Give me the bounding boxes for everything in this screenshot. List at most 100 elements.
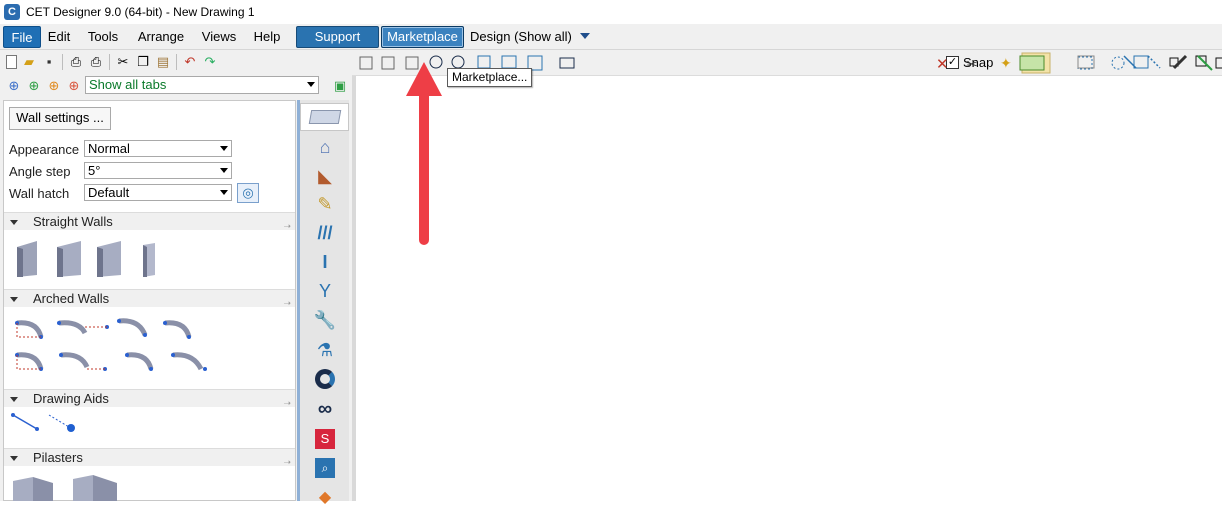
menu-help[interactable]: Help bbox=[253, 26, 281, 48]
pin-icon[interactable]: ➝ bbox=[283, 453, 291, 471]
menu-arrange[interactable]: Arrange bbox=[136, 26, 186, 48]
print-icon[interactable]: ⎙ bbox=[88, 54, 104, 70]
copy-icon[interactable]: ❐ bbox=[135, 54, 151, 70]
view-icon[interactable] bbox=[501, 55, 517, 69]
pin-icon[interactable]: ➝ bbox=[283, 217, 291, 235]
section-title: Pilasters bbox=[33, 450, 83, 465]
tab-beams[interactable]: I bbox=[305, 248, 345, 276]
angle-step-label: Angle step bbox=[9, 164, 71, 179]
tabs-filter-select[interactable]: Show all tabs bbox=[85, 76, 319, 94]
menu-file[interactable]: File bbox=[3, 26, 41, 48]
zoom-window-icon[interactable] bbox=[381, 56, 395, 70]
appearance-select[interactable]: Normal bbox=[84, 140, 232, 157]
redo-icon[interactable]: ↷ bbox=[202, 54, 218, 70]
arched-wall-icon[interactable] bbox=[164, 320, 192, 338]
tab-linked[interactable]: ∞ bbox=[305, 395, 345, 423]
wall-icon bbox=[308, 110, 341, 124]
resize-icon[interactable] bbox=[1197, 55, 1213, 71]
tab-round[interactable] bbox=[305, 365, 345, 393]
arched-wall-icon[interactable] bbox=[58, 320, 88, 335]
new-icon[interactable] bbox=[6, 55, 17, 69]
straight-wall-icon[interactable] bbox=[57, 241, 81, 277]
guide-point-icon[interactable] bbox=[48, 414, 75, 432]
tab-materials[interactable]: ◣ bbox=[305, 162, 345, 190]
undo-icon[interactable]: ↶ bbox=[182, 54, 198, 70]
tab-lines[interactable]: /// bbox=[305, 219, 345, 247]
open-icon[interactable]: ▰ bbox=[21, 54, 37, 70]
pilaster-tools bbox=[13, 475, 117, 501]
wall-settings-button[interactable]: Wall settings ... bbox=[9, 107, 111, 130]
chevron-down-icon[interactable] bbox=[580, 33, 590, 39]
hatch-preview-icon[interactable]: ◎ bbox=[237, 183, 259, 203]
lines-icon: /// bbox=[317, 222, 333, 243]
arched-wall-icon[interactable] bbox=[16, 352, 44, 370]
catalog-search-icon: ⌕ bbox=[315, 458, 335, 478]
array-icon[interactable] bbox=[1077, 55, 1095, 69]
tooltip: Marketplace... bbox=[447, 68, 533, 87]
tab-sketchup[interactable]: S bbox=[305, 425, 345, 453]
measure-line-icon[interactable] bbox=[11, 413, 39, 431]
zoom-extents-icon[interactable] bbox=[359, 56, 373, 70]
pan-icon[interactable] bbox=[477, 55, 491, 69]
drawing-canvas[interactable] bbox=[352, 76, 1222, 501]
group-icon[interactable] bbox=[1019, 55, 1045, 71]
beam-icon: I bbox=[322, 251, 328, 272]
print-preview-icon[interactable]: ⎙ bbox=[68, 54, 84, 70]
zoom-out-icon[interactable] bbox=[451, 55, 465, 69]
cut-icon[interactable]: ✂ bbox=[115, 54, 131, 70]
arched-wall-icon[interactable] bbox=[118, 318, 148, 337]
delete-icon[interactable]: ✕ bbox=[936, 56, 949, 73]
design-menu[interactable]: Design (Show all) bbox=[470, 26, 572, 48]
tab-services[interactable]: 🔧 bbox=[305, 306, 345, 334]
pin-icon[interactable]: ➝ bbox=[283, 394, 291, 412]
menu-tools[interactable]: Tools bbox=[86, 26, 120, 48]
section-pilasters[interactable]: Pilasters ➝ bbox=[4, 448, 295, 467]
marketplace-button[interactable]: Marketplace bbox=[381, 26, 464, 48]
cut-copy-icon[interactable]: ✂ bbox=[966, 56, 978, 72]
angle-step-select[interactable]: 5° bbox=[84, 162, 232, 179]
arrow-head-icon bbox=[406, 62, 442, 96]
measure-icon[interactable] bbox=[1123, 55, 1137, 69]
pin-icon[interactable]: ➝ bbox=[283, 294, 291, 312]
wall-hatch-select[interactable]: Default bbox=[84, 184, 232, 201]
tab-more[interactable]: ◆ bbox=[305, 483, 345, 511]
tab-catalog[interactable]: ⌕ bbox=[305, 454, 345, 482]
arrow-down-circle-icon[interactable]: ⊕ bbox=[6, 78, 22, 94]
pilaster-icon[interactable] bbox=[13, 477, 53, 501]
dimension-icon[interactable] bbox=[1147, 55, 1161, 69]
arrow-down-red-icon[interactable]: ⊕ bbox=[66, 78, 82, 94]
tab-tools[interactable]: ✎ bbox=[305, 190, 345, 218]
section-straight-walls[interactable]: Straight Walls ➝ bbox=[4, 212, 295, 231]
arrow-down-orange-icon[interactable]: ⊕ bbox=[46, 78, 62, 94]
menu-views[interactable]: Views bbox=[200, 26, 238, 48]
arched-wall-tools bbox=[15, 318, 207, 371]
pilaster-icon[interactable] bbox=[73, 475, 117, 501]
ruler-icon[interactable] bbox=[1172, 54, 1188, 70]
paste-icon[interactable]: ▤ bbox=[155, 54, 171, 70]
wall-hatch-label: Wall hatch bbox=[9, 186, 70, 201]
camera-icon[interactable] bbox=[559, 57, 575, 69]
window-title: CET Designer 9.0 (64-bit) - New Drawing … bbox=[26, 5, 255, 19]
arched-wall-icon[interactable] bbox=[16, 320, 44, 338]
tab-walls[interactable] bbox=[300, 103, 349, 131]
section-drawing-aids[interactable]: Drawing Aids ➝ bbox=[4, 389, 295, 408]
support-button[interactable]: Support bbox=[296, 26, 379, 48]
straight-wall-icon[interactable] bbox=[17, 241, 37, 277]
arched-wall-icon[interactable] bbox=[60, 352, 90, 369]
section-title: Straight Walls bbox=[33, 214, 113, 229]
menu-edit[interactable]: Edit bbox=[47, 26, 71, 48]
arched-wall-icon[interactable] bbox=[126, 352, 154, 370]
collapse-triangle-icon bbox=[10, 297, 18, 302]
straight-wall-icon[interactable] bbox=[97, 241, 121, 277]
section-arched-walls[interactable]: Arched Walls ➝ bbox=[4, 289, 295, 308]
arrow-down-green-icon[interactable]: ⊕ bbox=[26, 78, 42, 94]
tab-lab[interactable]: ⚗ bbox=[305, 336, 345, 364]
tab-plumbing[interactable]: Y bbox=[305, 277, 345, 305]
tab-manager-icon[interactable]: ▣ bbox=[332, 78, 348, 94]
toolbar-divider bbox=[109, 54, 110, 70]
save-icon[interactable]: ▪ bbox=[41, 54, 57, 70]
straight-wall-icon[interactable] bbox=[143, 243, 155, 277]
section-title: Drawing Aids bbox=[33, 391, 109, 406]
arched-wall-icon[interactable] bbox=[172, 352, 204, 371]
tab-building[interactable]: ⌂ bbox=[305, 133, 345, 161]
